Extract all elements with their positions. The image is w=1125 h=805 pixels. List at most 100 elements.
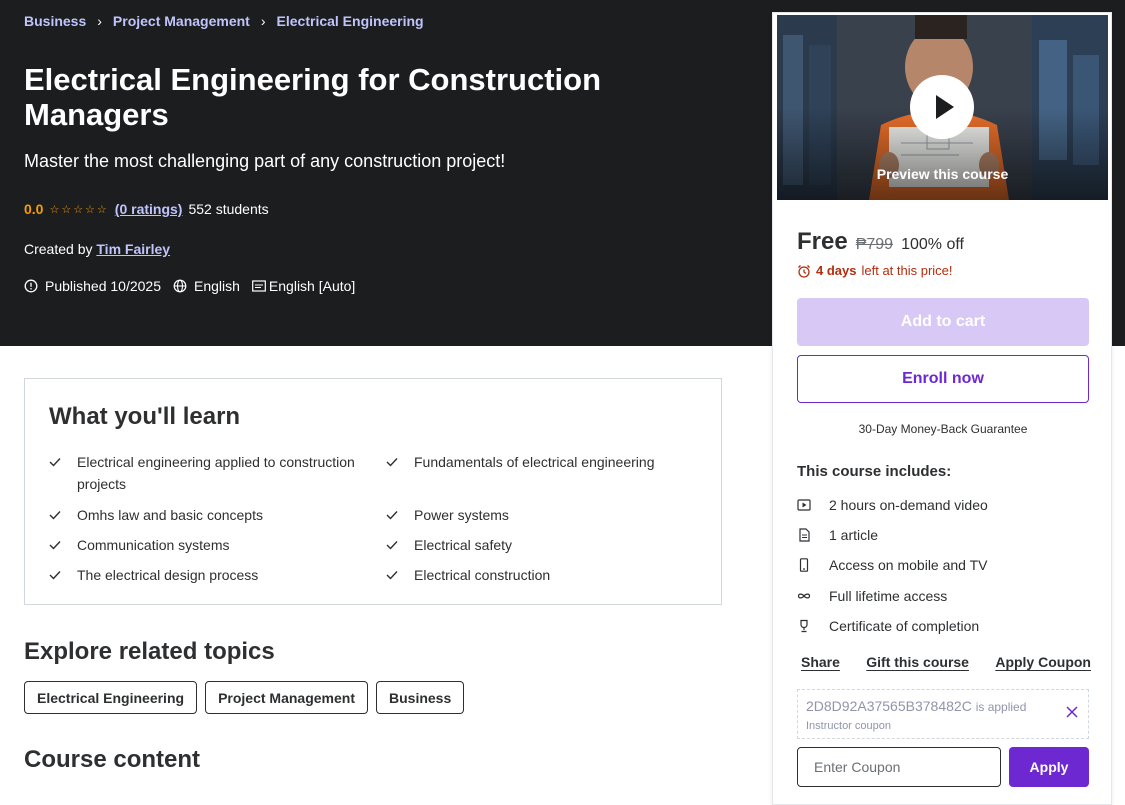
discount-percent: 100% off: [901, 236, 964, 253]
apply-coupon-button[interactable]: Apply: [1009, 747, 1089, 787]
course-captions: English [Auto]: [252, 278, 355, 294]
alarm-clock-icon: [798, 264, 810, 278]
breadcrumb-electrical-engineering[interactable]: Electrical Engineering: [277, 13, 424, 29]
trophy-icon: [800, 619, 808, 633]
language-text: English: [194, 278, 240, 294]
coupon-code-line: 2D8D92A37565B378482C is applied: [806, 698, 1026, 714]
check-icon: [49, 571, 61, 580]
learn-item-text: Electrical engineering applied to constr…: [77, 454, 355, 492]
breadcrumb-business[interactable]: Business: [24, 13, 86, 29]
learn-item: The electrical design process: [49, 564, 359, 586]
breadcrumb: Business › Project Management › Electric…: [24, 13, 424, 29]
include-text: Access on mobile and TV: [829, 557, 988, 573]
timer-days: 4 days: [816, 263, 857, 278]
gift-course-link[interactable]: Gift this course: [866, 654, 969, 670]
play-button[interactable]: [910, 75, 974, 139]
include-text: 2 hours on-demand video: [829, 497, 988, 513]
include-item: Access on mobile and TV: [797, 557, 988, 573]
breadcrumb-project-management[interactable]: Project Management: [113, 13, 250, 29]
add-to-cart-button[interactable]: Add to cart: [797, 298, 1089, 346]
course-language: English: [173, 278, 240, 294]
coupon-applied-text: is applied: [975, 700, 1027, 714]
check-icon: [386, 511, 398, 520]
share-link[interactable]: Share: [801, 654, 840, 670]
published-date: Published 10/2025: [24, 278, 161, 294]
learn-item: Fundamentals of electrical engineering: [386, 451, 696, 473]
published-text: Published 10/2025: [45, 278, 161, 294]
course-meta: Published 10/2025 English English [Auto]: [24, 278, 359, 294]
include-item: 1 article: [797, 527, 878, 543]
learn-item: Power systems: [386, 504, 696, 526]
include-item: 2 hours on-demand video: [797, 497, 988, 513]
instructor-link[interactable]: Tim Fairley: [96, 241, 170, 257]
globe-icon: [173, 279, 187, 293]
timer-text: left at this price!: [861, 263, 953, 278]
ratings-link[interactable]: (0 ratings): [115, 201, 183, 217]
course-subtitle: Master the most challenging part of any …: [24, 151, 506, 171]
play-icon: [936, 95, 954, 119]
include-text: Full lifetime access: [829, 588, 948, 604]
check-icon: [386, 571, 398, 580]
learn-item: Electrical construction: [386, 564, 696, 586]
rating-score: 0.0: [24, 201, 44, 217]
created-by-label: Created by: [24, 241, 93, 257]
article-icon: [799, 528, 810, 542]
check-icon: [49, 511, 61, 520]
coupon-type: Instructor coupon: [806, 720, 891, 732]
includes-title: This course includes:: [797, 463, 952, 480]
course-content-title: Course content: [24, 746, 201, 773]
learn-title: What you'll learn: [49, 403, 241, 430]
include-item: Certificate of completion: [797, 618, 979, 634]
topic-business[interactable]: Business: [376, 681, 465, 714]
course-title: Electrical Engineering for Construction …: [24, 62, 602, 132]
check-icon: [49, 541, 61, 550]
topic-project-management[interactable]: Project Management: [205, 681, 368, 714]
current-price: Free: [797, 228, 848, 255]
sidebar-actions: Share Gift this course Apply Coupon: [801, 654, 1091, 670]
include-item: Full lifetime access: [797, 588, 947, 604]
student-count: 552 students: [188, 201, 269, 217]
learn-item-text: Power systems: [414, 507, 509, 523]
learn-item-text: Fundamentals of electrical engineering: [414, 454, 655, 470]
star-rating-icon: ☆☆☆☆☆: [49, 203, 109, 216]
created-by: Created by Tim Fairley: [24, 241, 170, 257]
check-icon: [386, 458, 398, 467]
coupon-code: 2D8D92A37565B378482C: [806, 698, 972, 714]
purchase-sidebar: Preview this course Free ₱799 100% off 4…: [772, 12, 1112, 805]
preview-label: Preview this course: [876, 166, 1009, 182]
learn-item: Electrical engineering applied to constr…: [49, 451, 359, 495]
related-topics: Electrical Engineering Project Managemen…: [24, 681, 465, 714]
learn-item-text: Omhs law and basic concepts: [77, 507, 263, 523]
original-price: ₱799: [855, 236, 894, 253]
learn-item-text: The electrical design process: [77, 567, 259, 583]
learn-item-text: Electrical construction: [414, 567, 551, 583]
enroll-now-button[interactable]: Enroll now: [797, 355, 1089, 403]
mobile-icon: [799, 558, 809, 572]
include-text: 1 article: [829, 527, 879, 543]
video-icon: [797, 499, 811, 511]
include-text: Certificate of completion: [829, 618, 980, 634]
price-row: Free ₱799 100% off: [797, 228, 964, 256]
check-icon: [49, 458, 61, 467]
learn-item: Electrical safety: [386, 534, 696, 556]
related-topics-title: Explore related topics: [24, 638, 275, 665]
chevron-right-icon: ›: [260, 13, 266, 29]
infinity-icon: [797, 593, 811, 599]
captions-icon: [252, 280, 266, 292]
topic-electrical-engineering[interactable]: Electrical Engineering: [24, 681, 198, 714]
alert-clock-icon: [24, 279, 38, 293]
price-timer: 4 days left at this price!: [797, 263, 953, 278]
captions-text: English [Auto]: [268, 278, 356, 294]
learn-item-text: Electrical safety: [414, 537, 513, 553]
learn-item: Communication systems: [49, 534, 359, 556]
what-you-learn-box: What you'll learn Electrical engineering…: [24, 378, 722, 605]
course-preview[interactable]: Preview this course: [777, 15, 1108, 200]
apply-coupon-link[interactable]: Apply Coupon: [995, 654, 1091, 670]
close-icon[interactable]: [1066, 706, 1078, 718]
check-icon: [386, 541, 398, 550]
coupon-input[interactable]: [797, 747, 1001, 787]
learn-item-text: Communication systems: [77, 537, 230, 553]
learn-item: Omhs law and basic concepts: [49, 504, 359, 526]
rating-row: 0.0 ☆☆☆☆☆ (0 ratings) 552 students: [24, 201, 269, 217]
money-back-guarantee: 30-Day Money-Back Guarantee: [858, 422, 1028, 436]
